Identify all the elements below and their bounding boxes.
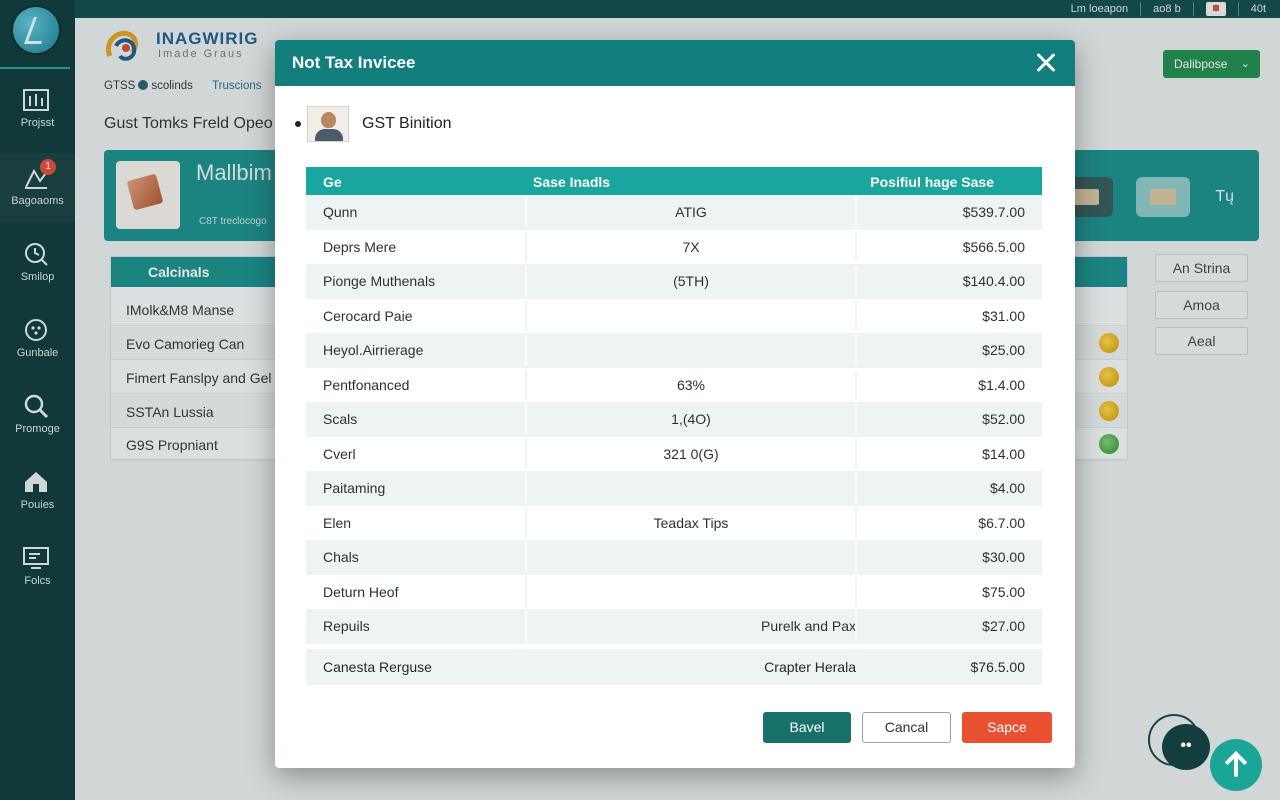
item-name: Paitaming xyxy=(323,480,386,496)
table-row[interactable]: Elen Teadax Tips $6.7.00 xyxy=(306,506,1042,541)
table-row[interactable]: Cerocard Paie $31.00 xyxy=(306,299,1042,334)
close-icon[interactable] xyxy=(1031,48,1061,78)
total-label: Canesta Rerguse xyxy=(323,659,432,675)
table-row[interactable]: Cverl 321 0(G) $14.00 xyxy=(306,437,1042,472)
table-row[interactable]: Pentfonanced 63% $1.4.00 xyxy=(306,368,1042,403)
item-name: Pionge Muthenals xyxy=(323,273,436,289)
table-row[interactable]: Deturn Heof $75.00 xyxy=(306,575,1042,610)
cell-divider xyxy=(855,300,857,331)
column-header: Posifiul hage Sase xyxy=(870,174,994,190)
item-amount: $52.00 xyxy=(982,411,1025,427)
table-row[interactable]: Qunn ATIG $539.7.00 xyxy=(306,195,1042,230)
cell-divider xyxy=(855,369,857,400)
item-amount: $539.7.00 xyxy=(962,204,1025,220)
item-name: Chals xyxy=(323,549,359,565)
item-detail: 321 0(G) xyxy=(663,445,719,462)
column-header: Ge xyxy=(323,174,342,190)
item-detail: 63% xyxy=(676,376,706,393)
item-amount: $75.00 xyxy=(982,583,1025,600)
cell-divider xyxy=(855,231,857,262)
table-row[interactable]: Deprs Mere 7X $566.5.00 xyxy=(306,230,1042,265)
total-note: Crapter Herala xyxy=(764,659,856,675)
item-name: Qunn xyxy=(323,204,358,220)
cell-divider xyxy=(855,197,857,227)
item-detail: Teadax Tips xyxy=(653,514,729,531)
item-name: Elen xyxy=(323,514,352,531)
table-row[interactable]: Pionge Muthenals (5TH) $140.4.00 xyxy=(306,264,1042,299)
table-header: Ge Sase Inadls Posifiul hage Sase xyxy=(306,167,1042,195)
item-name: Pentfonanced xyxy=(323,376,410,393)
modal-header: Not Tax Invicee xyxy=(275,40,1075,86)
item-amount: $1.4.00 xyxy=(978,376,1025,393)
save-button[interactable]: Sapce xyxy=(962,712,1052,743)
item-name: Cerocard Paie xyxy=(323,307,413,324)
item-amount: $6.7.00 xyxy=(978,514,1025,531)
cell-divider xyxy=(855,404,857,434)
cancel-button[interactable]: Cancal xyxy=(862,712,951,743)
total-amount: $76.5.00 xyxy=(970,659,1026,675)
item-amount: $140.4.00 xyxy=(962,273,1025,289)
item-amount: $27.00 xyxy=(982,618,1025,634)
back-button[interactable]: Bavel xyxy=(763,712,851,743)
table-row[interactable]: Heyol.Airrierage $25.00 xyxy=(306,333,1042,368)
cell-divider xyxy=(525,473,527,503)
cell-divider xyxy=(855,438,857,469)
item-detail: (5TH) xyxy=(673,273,709,289)
item-amount: $4.00 xyxy=(989,480,1025,496)
item-name: Repuils xyxy=(323,618,370,634)
item-detail: 7X xyxy=(682,238,700,255)
item-amount: $14.00 xyxy=(982,445,1025,462)
invoice-modal: Not Tax Invicee GST Binition Ge Sase Ina… xyxy=(275,40,1075,768)
modal-title: Not Tax Invicee xyxy=(292,53,416,72)
cell-divider xyxy=(855,335,857,365)
cell-divider xyxy=(855,576,857,607)
chat-button[interactable]: •• xyxy=(1162,724,1210,770)
item-amount: $566.5.00 xyxy=(962,238,1025,255)
column-header: Sase Inadls xyxy=(533,174,611,190)
cell-divider xyxy=(855,507,857,538)
item-name: Deturn Heof xyxy=(323,583,399,600)
cell-divider xyxy=(855,542,857,572)
cell-divider xyxy=(525,335,527,365)
table-row[interactable]: Scals 1,(4O) $52.00 xyxy=(306,402,1042,437)
customer-name: GST Binition xyxy=(362,115,452,132)
item-detail: Purelk and Pax xyxy=(761,618,856,634)
cell-divider xyxy=(525,542,527,572)
cell-divider xyxy=(525,300,527,331)
cell-divider xyxy=(525,576,527,607)
cell-divider xyxy=(855,611,857,641)
item-detail: ATIG xyxy=(675,204,707,220)
scroll-up-button[interactable] xyxy=(1210,739,1262,791)
table-row[interactable]: Paitaming $4.00 xyxy=(306,471,1042,506)
item-detail: 1,(4O) xyxy=(671,411,711,427)
table-row[interactable]: Chals $30.00 xyxy=(306,540,1042,575)
cell-divider xyxy=(855,473,857,503)
avatar xyxy=(307,106,349,142)
bullet xyxy=(295,121,301,127)
table-row[interactable]: Repuils Purelk and Pax $27.00 xyxy=(306,609,1042,644)
table-total-row: Canesta Rerguse Crapter Herala $76.5.00 xyxy=(306,649,1042,685)
item-name: Cverl xyxy=(323,445,356,462)
item-amount: $31.00 xyxy=(982,307,1025,324)
item-name: Deprs Mere xyxy=(323,238,397,255)
item-amount: $30.00 xyxy=(982,549,1025,565)
item-name: Heyol.Airrierage xyxy=(323,342,424,358)
item-name: Scals xyxy=(323,411,358,427)
item-amount: $25.00 xyxy=(982,342,1025,358)
cell-divider xyxy=(855,266,857,296)
invoice-table: Ge Sase Inadls Posifiul hage Sase Qunn AT… xyxy=(306,167,1042,644)
